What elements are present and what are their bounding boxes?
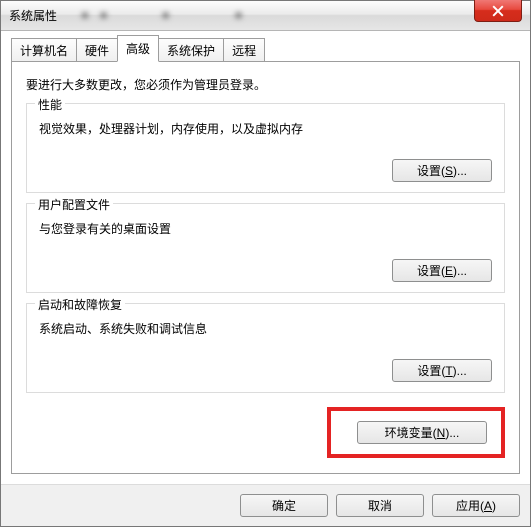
close-button[interactable] xyxy=(474,0,522,22)
system-properties-window: 系统属性 ● ● ● ● 计算机名 硬件 高级 系统保护 远程 要进行大多数更改… xyxy=(0,0,531,527)
env-var-row: 环境变量(N)... xyxy=(26,407,505,458)
startup-recovery-settings-button[interactable]: 设置(T)... xyxy=(392,359,492,382)
group-user-profile-desc: 与您登录有关的桌面设置 xyxy=(39,220,492,237)
client-area: 计算机名 硬件 高级 系统保护 远程 要进行大多数更改，您必须作为管理员登录。 … xyxy=(1,31,530,484)
tab-system-protection[interactable]: 系统保护 xyxy=(158,38,224,62)
group-performance-desc: 视觉效果，处理器计划，内存使用，以及虚拟内存 xyxy=(39,120,492,137)
group-startup-recovery-desc: 系统启动、系统失败和调试信息 xyxy=(39,320,492,337)
environment-variables-button[interactable]: 环境变量(N)... xyxy=(357,421,487,444)
user-profile-settings-button[interactable]: 设置(E)... xyxy=(392,259,492,282)
cancel-button[interactable]: 取消 xyxy=(336,494,424,517)
tab-computer-name[interactable]: 计算机名 xyxy=(11,38,77,62)
group-startup-recovery-title: 启动和故障恢复 xyxy=(35,296,125,313)
performance-settings-button[interactable]: 设置(S)... xyxy=(392,159,492,182)
group-performance: 性能 视觉效果，处理器计划，内存使用，以及虚拟内存 设置(S)... xyxy=(26,103,505,193)
admin-note: 要进行大多数更改，您必须作为管理员登录。 xyxy=(26,76,505,93)
tab-page-advanced: 要进行大多数更改，您必须作为管理员登录。 性能 视觉效果，处理器计划，内存使用，… xyxy=(11,61,520,474)
close-icon xyxy=(492,5,504,17)
tab-hardware[interactable]: 硬件 xyxy=(76,38,118,62)
group-performance-title: 性能 xyxy=(35,96,65,113)
env-var-highlight: 环境变量(N)... xyxy=(327,407,505,458)
background-blur-text: ● ● ● ● xyxy=(81,7,257,22)
tab-strip: 计算机名 硬件 高级 系统保护 远程 xyxy=(11,39,520,61)
tab-remote[interactable]: 远程 xyxy=(223,38,265,62)
apply-button[interactable]: 应用(A) xyxy=(432,494,520,517)
window-title: 系统属性 xyxy=(9,7,57,24)
titlebar: 系统属性 ● ● ● ● xyxy=(1,1,530,31)
group-user-profile: 用户配置文件 与您登录有关的桌面设置 设置(E)... xyxy=(26,203,505,293)
dialog-footer: 确定 取消 应用(A) xyxy=(1,484,530,526)
group-user-profile-title: 用户配置文件 xyxy=(35,196,113,213)
group-startup-recovery: 启动和故障恢复 系统启动、系统失败和调试信息 设置(T)... xyxy=(26,303,505,393)
tab-advanced[interactable]: 高级 xyxy=(117,35,159,62)
ok-button[interactable]: 确定 xyxy=(240,494,328,517)
